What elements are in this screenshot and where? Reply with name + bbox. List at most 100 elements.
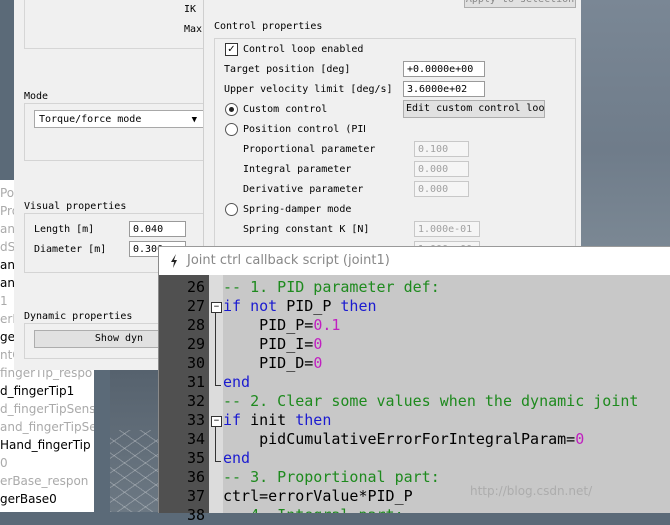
custom-control-label: Custom control: [243, 104, 328, 115]
code-token: if: [223, 411, 251, 429]
hierarchy-item[interactable]: 0: [0, 454, 8, 472]
line-number: 26: [186, 278, 205, 296]
line-number: 30: [186, 354, 205, 372]
proportional-parameter-input[interactable]: 0.100: [414, 141, 469, 157]
hierarchy-item[interactable]: d_fingerTipSens: [0, 400, 94, 418]
visual-properties-title: Visual properties: [24, 201, 127, 212]
derivative-parameter-input[interactable]: 0.000: [414, 181, 469, 197]
spring-constant-input[interactable]: 1.000e-01: [414, 221, 480, 237]
code-token: then: [295, 411, 332, 429]
mode-title: Mode: [24, 91, 49, 102]
mode-select-value: Torque/force mode: [39, 114, 142, 125]
code-line: pidCumulativeErrorForIntegralParam=0: [223, 430, 584, 449]
code-token: ctrl=errorValue*PID_P: [223, 487, 413, 505]
line-number: 36: [186, 468, 205, 486]
fold-guide-line: [215, 427, 216, 461]
code-token: PID_P: [286, 297, 341, 315]
line-number: 32: [186, 392, 205, 410]
code-token: end: [223, 373, 251, 391]
line-number: 27: [186, 297, 205, 315]
control-properties-title: Control properties: [214, 21, 323, 32]
code-editor[interactable]: -- 1. PID parameter def: if not PID_P the…: [223, 275, 670, 513]
apply-to-selection-button[interactable]: Apply to selection: [464, 0, 576, 8]
scene-floor-grid: [110, 430, 160, 512]
max-label: Max: [184, 24, 203, 35]
hierarchy-item[interactable]: dS: [0, 238, 15, 256]
code-token: end: [223, 449, 251, 467]
script-editor-title: Joint ctrl callback script (joint1): [187, 253, 390, 268]
spring-damper-label: Spring-damper mode: [243, 204, 352, 215]
code-line: PID_P=0.1: [223, 316, 340, 335]
code-token: pidCumulativeErrorForIntegralParam=: [223, 430, 576, 448]
target-position-input[interactable]: +0.0000e+00: [403, 61, 485, 77]
code-line: PID_D=0: [223, 354, 322, 373]
upper-velocity-limit-label: Upper velocity limit [deg/s]: [224, 84, 393, 95]
hierarchy-item[interactable]: erBase_respon: [0, 472, 88, 490]
fold-end-marker: [215, 461, 221, 462]
hierarchy-item[interactable]: Hand_fingerTip: [0, 436, 91, 454]
code-line: end: [223, 449, 250, 468]
code-token: PID_P=: [223, 316, 314, 334]
line-number: 33: [186, 411, 205, 429]
control-properties-dialog: Apply to selection Control properties ✓ …: [203, 0, 581, 257]
code-line: end: [223, 373, 250, 392]
code-line: PID_I=0: [223, 335, 322, 354]
code-token: 0.1: [313, 316, 341, 334]
edit-custom-control-loop-button[interactable]: Edit custom control loop: [403, 100, 545, 118]
watermark: http://blog.csdn.net/: [470, 484, 593, 498]
line-number: 29: [186, 335, 205, 353]
code-token: if: [223, 297, 251, 315]
ik-label: IK: [184, 4, 197, 15]
fold-end-marker: [215, 385, 221, 386]
upper-velocity-limit-input[interactable]: 3.6000e+02: [403, 81, 485, 97]
code-token: 0: [313, 354, 323, 372]
fold-collapse-icon[interactable]: −: [211, 302, 222, 313]
code-line: if not PID_P then: [223, 297, 377, 316]
length-label: Length [m]: [34, 224, 95, 235]
line-number: 28: [186, 316, 205, 334]
line-number: 38: [186, 506, 205, 524]
hierarchy-item[interactable]: 1: [0, 292, 8, 310]
length-input[interactable]: 0.040: [129, 221, 186, 237]
target-position-label: Target position [deg]: [224, 64, 351, 75]
fold-collapse-icon[interactable]: −: [211, 416, 222, 427]
code-line: if init then: [223, 411, 331, 430]
hierarchy-item[interactable]: ge: [0, 328, 15, 346]
control-loop-enabled-checkbox[interactable]: ✓: [225, 43, 238, 56]
code-line: -- 2. Clear some values when the dynamic…: [223, 392, 638, 411]
line-number: 31: [186, 373, 205, 391]
derivative-parameter-label: Derivative parameter: [243, 184, 364, 195]
scene-view: [580, 0, 670, 250]
dynamic-properties-title: Dynamic properties: [24, 311, 133, 322]
fold-guide-line: [215, 313, 216, 385]
line-number-gutter: 26 27 28 29 30 31 32 33 34 35 36 37 38: [159, 275, 209, 524]
position-control-radio[interactable]: [225, 123, 238, 136]
line-number: 34: [186, 430, 205, 448]
code-token: then: [340, 297, 377, 315]
chevron-down-icon: ▼: [191, 115, 197, 125]
code-token: PID_I=: [223, 335, 314, 353]
hierarchy-item[interactable]: Po: [0, 184, 14, 202]
script-editor-titlebar[interactable]: Joint ctrl callback script (joint1): [159, 247, 670, 275]
code-token: not: [250, 297, 287, 315]
script-editor-window: Joint ctrl callback script (joint1) 26 27…: [158, 246, 670, 524]
hierarchy-item[interactable]: and_fingerTipSe: [0, 418, 94, 436]
mode-select[interactable]: Torque/force mode ▼: [34, 110, 204, 128]
integral-parameter-input[interactable]: 0.000: [414, 161, 469, 177]
diameter-label: Diameter [m]: [34, 244, 107, 255]
code-token: -- 2. Clear some values when the dynamic…: [223, 392, 639, 410]
spring-constant-label: Spring constant K [N]: [243, 224, 370, 235]
code-token: init: [250, 411, 296, 429]
proportional-parameter-label: Proportional parameter: [243, 144, 376, 155]
hierarchy-item[interactable]: gerBase0: [0, 490, 57, 508]
lua-script-icon: [171, 254, 177, 268]
code-token: 0: [575, 430, 585, 448]
hierarchy-item[interactable]: d_fingerTip1: [0, 382, 74, 400]
custom-control-radio[interactable]: [225, 103, 238, 116]
code-token: 0: [313, 335, 323, 353]
control-loop-enabled-label: Control loop enabled: [243, 44, 364, 55]
code-token: -- 3. Proportional part:: [223, 468, 440, 486]
line-number: 37: [186, 487, 205, 505]
spring-damper-radio[interactable]: [225, 203, 238, 216]
code-line: ctrl=errorValue*PID_P: [223, 487, 413, 506]
